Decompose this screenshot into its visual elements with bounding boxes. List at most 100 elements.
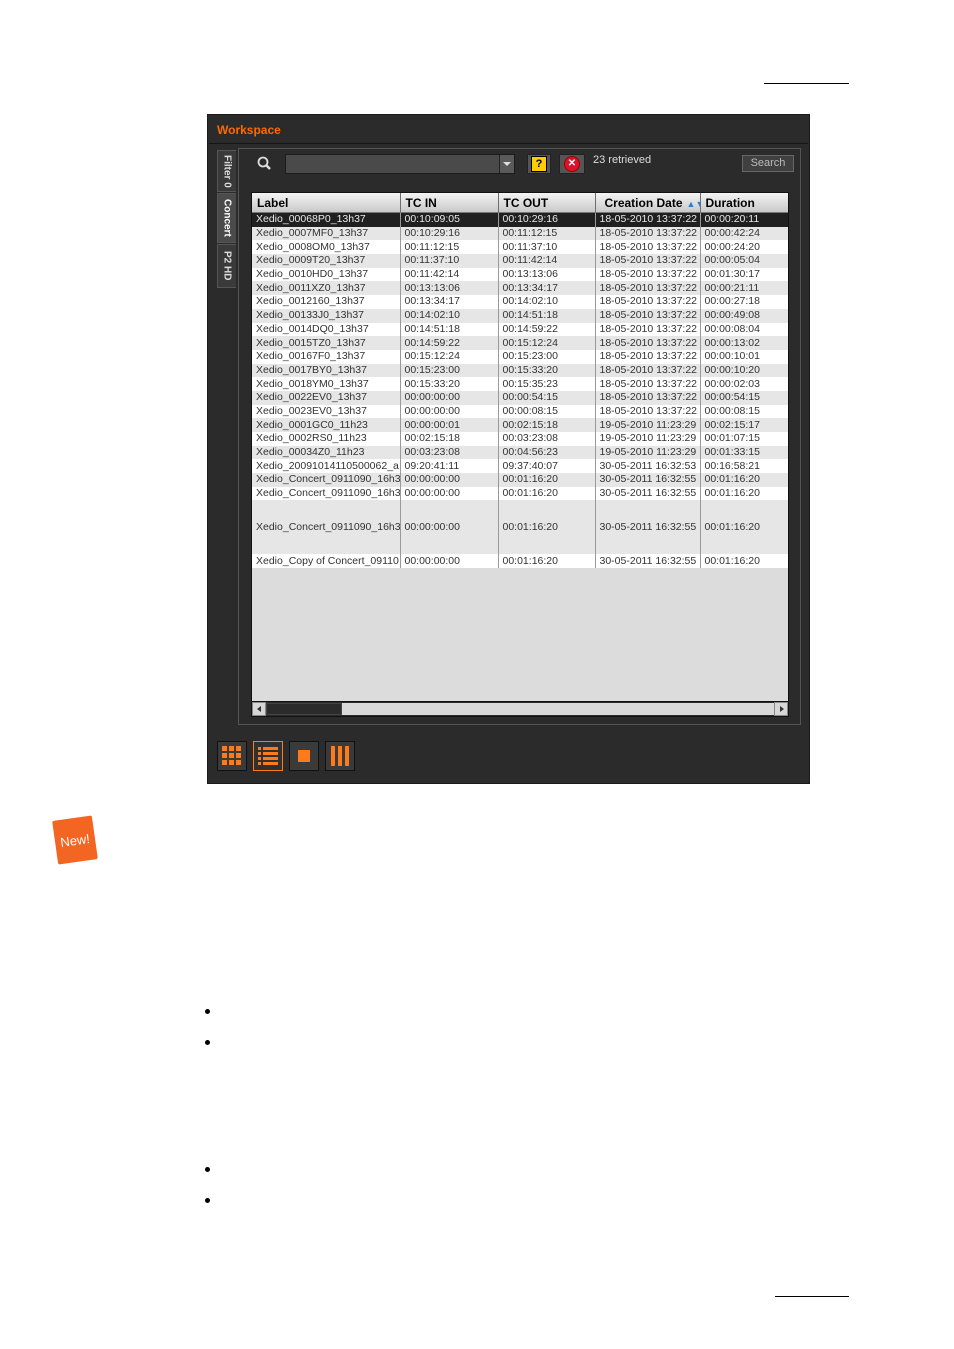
- table-cell: 00:00:00:00: [400, 390, 499, 405]
- table-cell: 00:02:15:18: [498, 418, 596, 432]
- table-cell: Xedio_0015TZ0_13h37: [252, 336, 401, 350]
- table-row[interactable]: Xedio_0007MF0_13h37 00:10:29:16 00:11:12:1…: [252, 226, 788, 241]
- table-row[interactable]: Xedio_00133J0_13h37 00:14:02:10 00:14:51:1…: [252, 308, 788, 323]
- tab-concert[interactable]: Concert: [217, 193, 236, 243]
- table-cell: Xedio_00068P0_13h37: [252, 212, 401, 227]
- table-cell: 00:01:30:17: [700, 267, 788, 282]
- table-cell: 19-05-2010 11:23:29: [595, 418, 701, 432]
- table-cell: 00:01:07:15: [700, 432, 788, 446]
- table-cell: 18-05-2010 13:37:22: [595, 349, 701, 364]
- table-cell: 00:11:12:15: [498, 226, 596, 241]
- scroll-thumb[interactable]: [266, 703, 342, 715]
- table-cell: 00:11:37:10: [498, 240, 596, 255]
- table-row[interactable]: Xedio_0015TZ0_13h37 00:14:59:22 00:15:12:2…: [252, 336, 788, 350]
- table-cell: 00:00:08:15: [498, 404, 596, 419]
- table-cell: 00:11:42:14: [498, 254, 596, 268]
- table-cell: 00:00:00:00: [400, 486, 499, 501]
- grid-view-button[interactable]: [217, 741, 247, 771]
- horizontal-scrollbar[interactable]: [252, 701, 788, 716]
- search-input[interactable]: [286, 155, 498, 173]
- search-icon: [255, 155, 275, 173]
- table-row[interactable]: Xedio_00034Z0_11h23 00:03:23:08 00:04:56:2…: [252, 445, 788, 460]
- table-row[interactable]: Xedio_Concert_0911090_16h3 00:00:00:00 00:…: [252, 500, 788, 555]
- table-cell: 00:13:13:06: [400, 281, 499, 296]
- table-row[interactable]: Xedio_0010HD0_13h37 00:11:42:14 00:13:13:0…: [252, 267, 788, 282]
- search-button[interactable]: Search: [742, 155, 794, 172]
- table-row[interactable]: Xedio_00068P0_13h37 00:10:09:05 00:10:29:1…: [252, 212, 788, 227]
- tab-p2-hd[interactable]: P2 HD: [217, 244, 236, 288]
- table-cell: 00:14:59:22: [400, 336, 499, 350]
- table-cell: 18-05-2010 13:37:22: [595, 226, 701, 241]
- table-row[interactable]: Xedio_0002RS0_11h23 00:02:15:18 00:03:23:0…: [252, 432, 788, 446]
- table-cell: 30-05-2011 16:32:55: [595, 554, 701, 569]
- table-row[interactable]: Xedio_0009T20_13h37 00:11:37:10 00:11:42:1…: [252, 254, 788, 268]
- table-cell: 30-05-2011 16:32:55: [595, 473, 701, 487]
- results-table: Label TC IN TC OUT Creation Date▲▼ Durat…: [252, 193, 788, 569]
- table-cell: Xedio_20091014110500062_a: [252, 459, 401, 474]
- table-row[interactable]: Xedio_0017BY0_13h37 00:15:23:00 00:15:33:2…: [252, 363, 788, 378]
- table-cell: 18-05-2010 13:37:22: [595, 322, 701, 337]
- table-cell: Xedio_00133J0_13h37: [252, 308, 401, 323]
- table-cell: 00:00:02:03: [700, 377, 788, 391]
- column-header-duration[interactable]: Duration: [700, 193, 788, 213]
- results-grid: Label TC IN TC OUT Creation Date▲▼ Durat…: [251, 192, 789, 717]
- table-row[interactable]: Xedio_0023EV0_13h37 00:00:00:00 00:00:08:1…: [252, 404, 788, 419]
- scroll-track[interactable]: [342, 703, 774, 715]
- table-cell: 00:10:29:16: [498, 212, 596, 227]
- table-row[interactable]: Xedio_00167F0_13h37 00:15:12:24 00:15:23:0…: [252, 349, 788, 364]
- table-cell: 00:00:54:15: [700, 390, 788, 405]
- table-cell: 00:14:51:18: [400, 322, 499, 337]
- table-cell: Xedio_0022EV0_13h37: [252, 390, 401, 405]
- column-header-tc-out[interactable]: TC OUT: [498, 193, 596, 213]
- scroll-right-icon[interactable]: [774, 702, 788, 716]
- table-cell: 09:20:41:11: [400, 459, 499, 474]
- columns-view-button[interactable]: [325, 741, 355, 771]
- help-icon: ?: [531, 156, 547, 172]
- table-cell: 00:14:02:10: [498, 295, 596, 309]
- scroll-left-icon[interactable]: [252, 702, 266, 716]
- table-row[interactable]: Xedio_Concert_0911090_16h3 00:00:00:00 00:…: [252, 486, 788, 501]
- column-header-label[interactable]: Label: [252, 193, 401, 213]
- table-row[interactable]: Xedio_0011XZ0_13h37 00:13:13:06 00:13:34:1…: [252, 281, 788, 296]
- table-row[interactable]: Xedio_0012160_13h37 00:13:34:17 00:14:02:1…: [252, 295, 788, 309]
- table-cell: Xedio_0017BY0_13h37: [252, 363, 401, 378]
- footer-rule: [775, 1296, 849, 1297]
- table-row[interactable]: Xedio_20091014110500062_a 09:20:41:11 09:3…: [252, 459, 788, 474]
- search-combobox[interactable]: [285, 154, 515, 174]
- title-divider: [209, 143, 808, 144]
- table-cell: 00:15:33:20: [400, 377, 499, 391]
- list-view-button[interactable]: [253, 741, 283, 771]
- table-cell: 00:00:13:02: [700, 336, 788, 350]
- table-cell: 19-05-2010 11:23:29: [595, 445, 701, 460]
- table-cell: 00:14:02:10: [400, 308, 499, 323]
- table-row[interactable]: Xedio_0008OM0_13h37 00:11:12:15 00:11:37:1…: [252, 240, 788, 255]
- bullet-point: [205, 1040, 210, 1045]
- table-cell: 00:01:16:20: [498, 473, 596, 487]
- table-cell: 00:15:12:24: [498, 336, 596, 350]
- bullet-point: [205, 1167, 210, 1172]
- table-cell: 00:00:00:00: [400, 404, 499, 419]
- table-cell: Xedio_0001GC0_11h23: [252, 418, 401, 432]
- table-row[interactable]: Xedio_Copy of Concert_09110 00:00:00:00 00…: [252, 554, 788, 569]
- table-cell: 00:00:10:20: [700, 363, 788, 378]
- table-row[interactable]: Xedio_0022EV0_13h37 00:00:00:00 00:00:54:1…: [252, 390, 788, 405]
- column-header-creation-date[interactable]: Creation Date▲▼: [595, 193, 701, 213]
- table-row[interactable]: Xedio_0001GC0_11h23 00:00:00:01 00:02:15:1…: [252, 418, 788, 432]
- single-view-button[interactable]: [289, 741, 319, 771]
- table-cell: Xedio_00034Z0_11h23: [252, 445, 401, 460]
- table-row[interactable]: Xedio_Concert_0911090_16h3 00:00:00:00 00:…: [252, 473, 788, 487]
- table-cell: 00:01:16:20: [498, 554, 596, 569]
- table-row[interactable]: Xedio_0018YM0_13h37 00:15:33:20 00:15:35:2…: [252, 377, 788, 391]
- table-cell: 00:13:34:17: [400, 295, 499, 309]
- clear-button[interactable]: ✕: [559, 154, 585, 174]
- new-badge: New!: [52, 815, 98, 865]
- table-cell: 00:15:23:00: [400, 363, 499, 378]
- table-row[interactable]: Xedio_0014DQ0_13h37 00:14:51:18 00:14:59:2…: [252, 322, 788, 337]
- columns-view-icon: [331, 746, 349, 766]
- tab-label: P2 HD: [221, 251, 233, 281]
- chevron-down-icon[interactable]: [499, 155, 514, 173]
- tab-filter-0[interactable]: Filter 0: [217, 150, 236, 192]
- table-cell: 00:01:16:20: [700, 500, 788, 555]
- help-button[interactable]: ?: [527, 154, 551, 174]
- column-header-tc-in[interactable]: TC IN: [400, 193, 499, 213]
